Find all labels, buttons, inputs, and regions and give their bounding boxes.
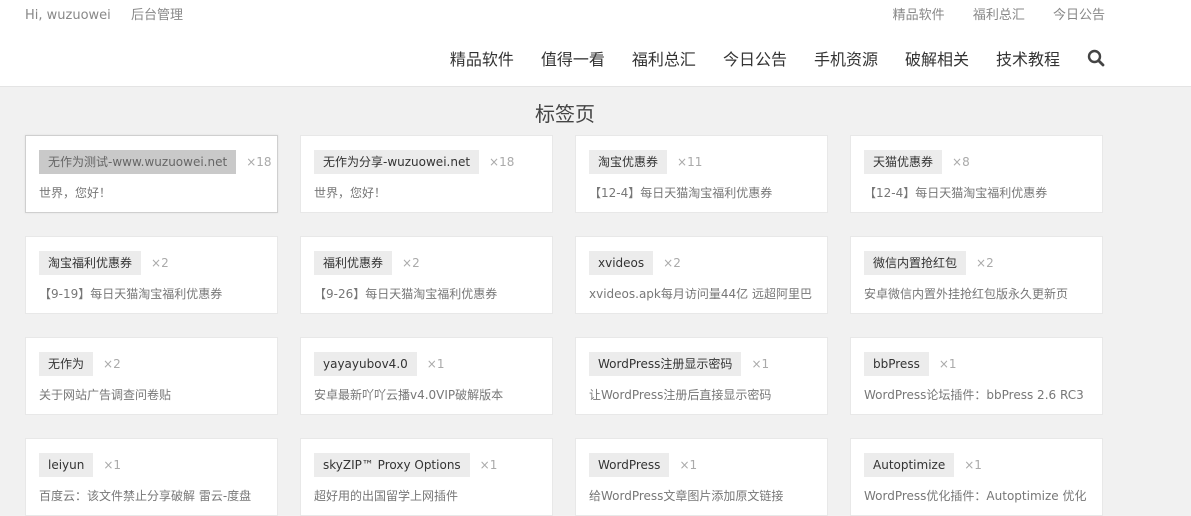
tag-count: ×1 bbox=[679, 458, 698, 472]
tag-card[interactable]: 淘宝福利优惠券 ×2 【9-19】每日天猫淘宝福利优惠券 bbox=[25, 236, 278, 314]
tag-card[interactable]: 无作为 ×2 关于网站广告调查问卷贴 bbox=[25, 337, 278, 415]
nav-item-software[interactable]: 精品软件 bbox=[450, 46, 514, 70]
tag-label[interactable]: 无作为测试-www.wuzuowei.net bbox=[39, 150, 237, 174]
tag-count: ×1 bbox=[426, 357, 445, 371]
tag-label[interactable]: 福利优惠券 bbox=[314, 251, 393, 275]
tag-card[interactable]: xvideos ×2 xvideos.apk每月访问量44亿 远超阿里巴 bbox=[575, 236, 828, 314]
tag-latest-post[interactable]: 【9-26】每日天猫淘宝福利优惠券 bbox=[314, 285, 539, 302]
tag-label[interactable]: 微信内置抢红包 bbox=[864, 251, 967, 275]
tag-label[interactable]: WordPress注册显示密码 bbox=[589, 352, 742, 376]
tag-latest-post[interactable]: 【12-4】每日天猫淘宝福利优惠券 bbox=[864, 184, 1089, 201]
tag-label[interactable]: yayayubov4.0 bbox=[314, 352, 417, 376]
tag-count: ×1 bbox=[964, 458, 982, 472]
tag-count: ×11 bbox=[677, 155, 703, 169]
tag-card[interactable]: leiyun ×1 百度云：该文件禁止分享破解 雷云-度盘 bbox=[25, 438, 278, 516]
tag-count: ×1 bbox=[479, 458, 498, 472]
user-greeting-link[interactable]: Hi, wuzuowei bbox=[25, 8, 111, 23]
topbar-links: 精品软件 福利总汇 今日公告 bbox=[869, 4, 1105, 23]
tag-latest-post[interactable]: 世界，您好！ bbox=[39, 184, 264, 201]
tag-count: ×2 bbox=[976, 256, 994, 270]
admin-link[interactable]: 后台管理 bbox=[131, 8, 183, 23]
tag-label[interactable]: 天猫优惠券 bbox=[864, 150, 943, 174]
tag-count: ×2 bbox=[103, 357, 121, 371]
tag-label[interactable]: bbPress bbox=[864, 352, 929, 376]
tag-count: ×2 bbox=[151, 256, 169, 270]
tag-latest-post[interactable]: 世界，您好！ bbox=[314, 184, 539, 201]
tag-count: ×1 bbox=[751, 357, 770, 371]
tag-latest-post[interactable]: 安卓最新吖吖云播v4.0VIP破解版本 bbox=[314, 386, 539, 403]
tag-grid: 无作为测试-www.wuzuowei.net ×18 世界，您好！ 无作为分享-w… bbox=[25, 135, 1103, 516]
topbar-left: Hi, wuzuowei 后台管理 bbox=[25, 4, 199, 23]
tag-card[interactable]: bbPress ×1 WordPress论坛插件：bbPress 2.6 RC3 bbox=[850, 337, 1103, 415]
topbar-link-welfare[interactable]: 福利总汇 bbox=[973, 8, 1025, 23]
nav-item-tutorial[interactable]: 技术教程 bbox=[996, 46, 1060, 70]
tag-latest-post[interactable]: 让WordPress注册后直接显示密码 bbox=[589, 386, 814, 403]
tag-latest-post[interactable]: 【9-19】每日天猫淘宝福利优惠券 bbox=[39, 285, 264, 302]
tag-card[interactable]: yayayubov4.0 ×1 安卓最新吖吖云播v4.0VIP破解版本 bbox=[300, 337, 553, 415]
nav-item-welfare[interactable]: 福利总汇 bbox=[632, 46, 696, 70]
tag-latest-post[interactable]: 关于网站广告调查问卷贴 bbox=[39, 386, 264, 403]
search-icon[interactable] bbox=[1087, 49, 1105, 67]
tag-label[interactable]: WordPress bbox=[589, 453, 670, 477]
tag-card[interactable]: Autoptimize ×1 WordPress优化插件：Autoptimize … bbox=[850, 438, 1103, 516]
tag-count: ×18 bbox=[489, 155, 515, 169]
tag-card[interactable]: WordPress注册显示密码 ×1 让WordPress注册后直接显示密码 bbox=[575, 337, 828, 415]
tag-count: ×18 bbox=[246, 155, 272, 169]
nav-item-mobile[interactable]: 手机资源 bbox=[814, 46, 878, 70]
tag-card[interactable]: WordPress ×1 给WordPress文章图片添加原文链接 bbox=[575, 438, 828, 516]
tag-label[interactable]: 无作为 bbox=[39, 352, 94, 376]
nav-item-notice[interactable]: 今日公告 bbox=[723, 46, 787, 70]
tag-label[interactable]: xvideos bbox=[589, 251, 654, 275]
tag-latest-post[interactable]: 【12-4】每日天猫淘宝福利优惠券 bbox=[589, 184, 814, 201]
tag-card[interactable]: skyZIP™ Proxy Options ×1 超好用的出国留学上网插件 bbox=[300, 438, 553, 516]
tag-label[interactable]: 淘宝优惠券 bbox=[589, 150, 668, 174]
tag-label[interactable]: 无作为分享-wuzuowei.net bbox=[314, 150, 480, 174]
topbar-link-notice[interactable]: 今日公告 bbox=[1053, 8, 1105, 23]
tag-label[interactable]: 淘宝福利优惠券 bbox=[39, 251, 142, 275]
tag-label[interactable]: Autoptimize bbox=[864, 453, 955, 477]
tag-card[interactable]: 福利优惠券 ×2 【9-26】每日天猫淘宝福利优惠券 bbox=[300, 236, 553, 314]
tag-count: ×2 bbox=[663, 256, 681, 270]
tag-count: ×1 bbox=[103, 458, 122, 472]
tag-latest-post[interactable]: xvideos.apk每月访问量44亿 远超阿里巴 bbox=[589, 285, 814, 302]
main-nav: 精品软件 值得一看 福利总汇 今日公告 手机资源 破解相关 技术教程 bbox=[423, 46, 1105, 70]
tag-latest-post[interactable]: 安卓微信内置外挂抢红包版永久更新页 bbox=[864, 285, 1089, 302]
nav-item-crack[interactable]: 破解相关 bbox=[905, 46, 969, 70]
tag-latest-post[interactable]: WordPress论坛插件：bbPress 2.6 RC3 bbox=[864, 386, 1089, 403]
tag-count: ×2 bbox=[402, 256, 420, 270]
tag-count: ×1 bbox=[938, 357, 957, 371]
tag-label[interactable]: skyZIP™ Proxy Options bbox=[314, 453, 470, 477]
site-header: Hi, wuzuowei 后台管理 精品软件 福利总汇 今日公告 精品软件 值得… bbox=[0, 0, 1191, 87]
nav-item-worth-seeing[interactable]: 值得一看 bbox=[541, 46, 605, 70]
tag-card[interactable]: 无作为分享-wuzuowei.net ×18 世界，您好！ bbox=[300, 135, 553, 213]
topbar-link-software[interactable]: 精品软件 bbox=[893, 8, 945, 23]
tag-count: ×8 bbox=[952, 155, 970, 169]
tag-label[interactable]: leiyun bbox=[39, 453, 94, 477]
tag-card[interactable]: 淘宝优惠券 ×11 【12-4】每日天猫淘宝福利优惠券 bbox=[575, 135, 828, 213]
tag-card[interactable]: 天猫优惠券 ×8 【12-4】每日天猫淘宝福利优惠券 bbox=[850, 135, 1103, 213]
page-title: 标签页 bbox=[535, 102, 595, 126]
tag-card[interactable]: 微信内置抢红包 ×2 安卓微信内置外挂抢红包版永久更新页 bbox=[850, 236, 1103, 314]
tag-card[interactable]: 无作为测试-www.wuzuowei.net ×18 世界，您好！ bbox=[25, 135, 278, 213]
